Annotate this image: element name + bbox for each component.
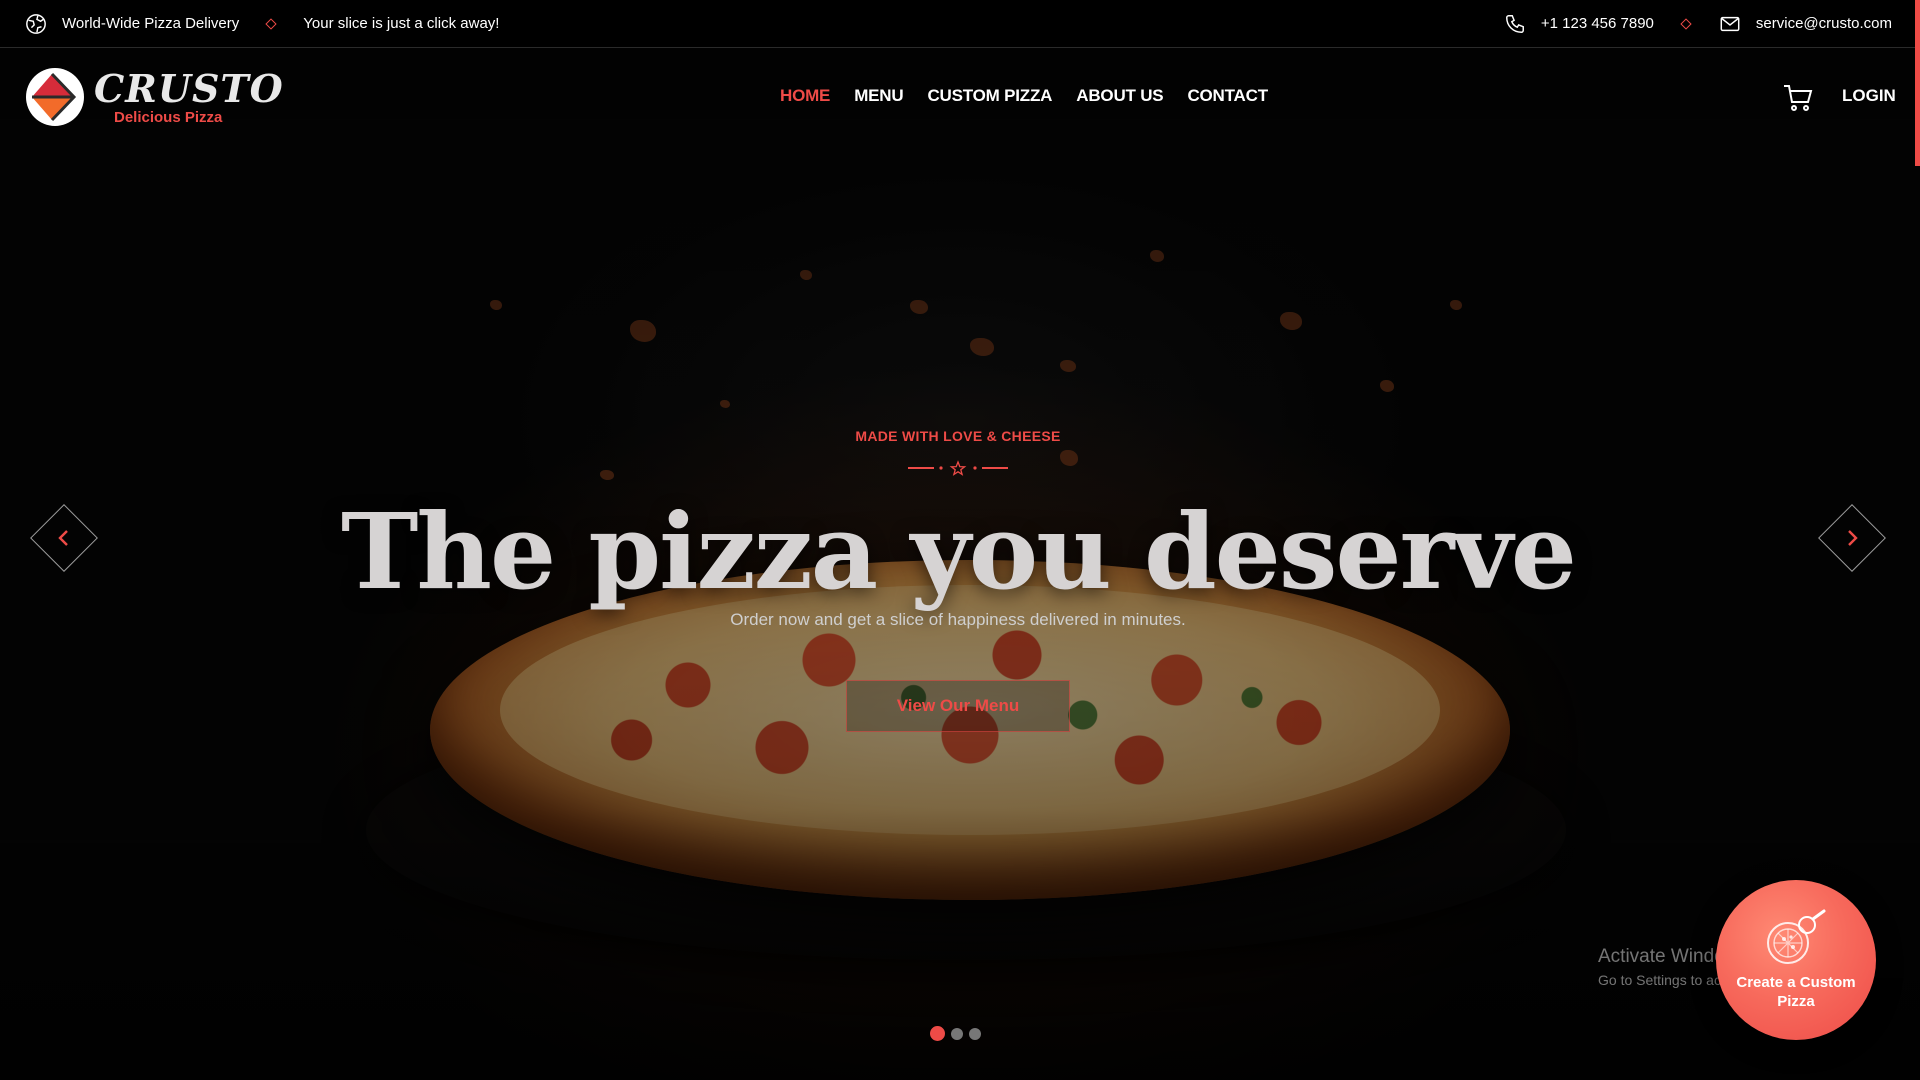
nav-contact[interactable]: CONTACT [1187,86,1268,106]
slider-dot-1[interactable] [930,1026,945,1041]
phone-icon [1503,12,1527,36]
logo-mark-icon [26,68,84,126]
phone-link[interactable]: +1 123 456 7890 [1541,15,1654,32]
hero-title: The pizza you deserve [341,490,1577,613]
brand-tagline: Delicious Pizza [114,108,223,126]
top-bar-right: +1 123 456 7890 service@crusto.com [1503,12,1892,36]
page-scrollbar[interactable] [1915,0,1920,166]
page: World-Wide Pizza Delivery Your slice is … [0,0,1920,1080]
hero-subtitle: Order now and get a slice of happiness d… [730,610,1186,629]
nav-menu: HOME MENU CUSTOM PIZZA ABOUT US CONTACT [780,86,1268,106]
site-logo[interactable]: CRUSTO Delicious Pizza [26,68,284,126]
chevron-right-icon [1848,530,1858,546]
logo-text: CRUSTO Delicious Pizza [94,65,284,126]
tagline-text: Your slice is just a click away! [303,15,500,32]
create-custom-pizza-button[interactable]: Create a Custom Pizza [1716,880,1876,1040]
fab-label: Create a Custom Pizza [1736,973,1856,1011]
top-bar-left: World-Wide Pizza Delivery Your slice is … [24,12,499,36]
pizza-cutter-icon [1767,909,1826,964]
view-menu-button[interactable]: View Our Menu [846,680,1070,732]
login-link[interactable]: LOGIN [1842,86,1896,106]
delivery-text: World-Wide Pizza Delivery [62,15,240,32]
email-link[interactable]: service@crusto.com [1756,15,1892,32]
decorative-divider-icon [906,460,1010,476]
nav-home[interactable]: HOME [780,86,830,106]
chevron-left-icon [58,530,68,546]
brand-name: CRUSTO [94,65,284,111]
nav-menu-link[interactable]: MENU [854,86,903,106]
slider-dot-2[interactable] [951,1027,963,1040]
slider-dot-3[interactable] [969,1027,981,1040]
separator-diamond [265,17,277,30]
globe-icon [24,12,48,36]
separator-diamond [1680,17,1692,30]
hero-eyebrow: MADE WITH LOVE & CHEESE [855,428,1061,444]
nav-custom-pizza[interactable]: CUSTOM PIZZA [927,86,1052,106]
nav-about-us[interactable]: ABOUT US [1076,86,1163,106]
slider-pagination [930,1026,981,1041]
top-bar: World-Wide Pizza Delivery Your slice is … [0,0,1920,48]
cart-icon[interactable] [1782,82,1814,114]
mail-icon [1718,12,1742,36]
main-navbar: CRUSTO Delicious Pizza HOME MENU CUSTOM … [0,48,1920,148]
